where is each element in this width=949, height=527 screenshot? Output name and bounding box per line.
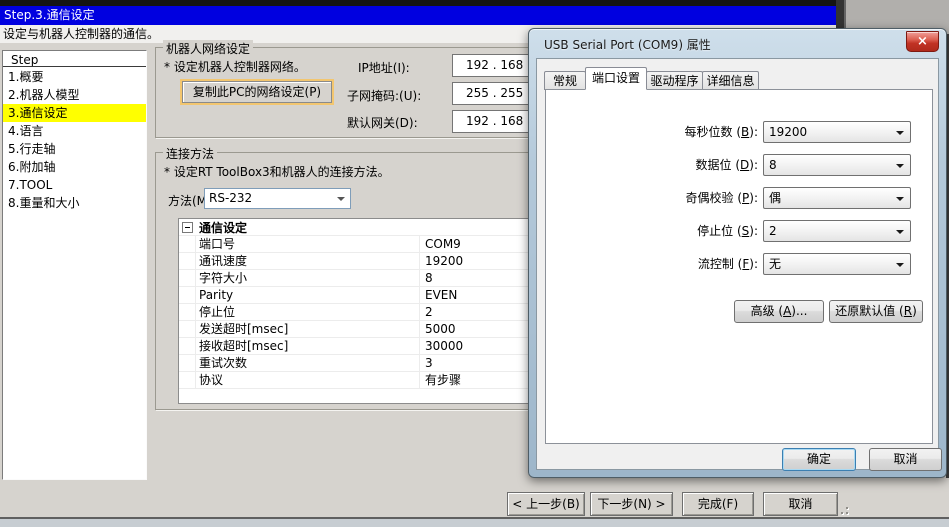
- parity-select[interactable]: 偶: [763, 187, 911, 209]
- stop-bits-label: 停止位 (S):: [697, 224, 758, 238]
- flow-control-select[interactable]: 无: [763, 253, 911, 275]
- finish-button[interactable]: 完成(F): [682, 492, 754, 516]
- grid-row[interactable]: 通讯速度 19200: [179, 253, 547, 270]
- data-bits-select[interactable]: 8: [763, 154, 911, 176]
- grid-rows: 端口号 COM9 通讯速度 19200 字符大小 8 Parity EVEN 停止位 2 发送超时[…: [179, 236, 547, 389]
- sidebar-divider: [3, 66, 146, 67]
- stop-bits-select[interactable]: 2: [763, 220, 911, 242]
- sidebar-item-5[interactable]: 5.行走轴: [3, 140, 146, 158]
- grid-row-gutter: [179, 270, 196, 286]
- parity-select-value: 偶: [769, 191, 782, 205]
- grid-row-gutter: [179, 236, 196, 252]
- flow-control-select-value: 无: [769, 257, 782, 271]
- grid-row-gutter: [179, 355, 196, 371]
- chevron-down-icon: [896, 131, 904, 135]
- data-bits-select-value: 8: [769, 158, 777, 172]
- sidebar-item-7[interactable]: 7.TOOL: [3, 176, 146, 194]
- step-sidebar: Step 1.概要 2.机器人模型 3.通信设定 4.语言 5.行走轴 6.附加轴 7.TO…: [2, 50, 147, 480]
- ok-button[interactable]: 确定: [782, 448, 856, 471]
- robot-network-group-title: 机器人网络设定: [163, 40, 254, 57]
- dialog-title: USB Serial Port (COM9) 属性: [544, 38, 711, 52]
- baud-rate-select-value: 19200: [769, 125, 808, 139]
- flow-control-label: 流控制 (F):: [697, 257, 758, 271]
- grid-row-gutter: [179, 253, 196, 269]
- parity-label: 奇偶校验 (P):: [685, 191, 758, 205]
- default-gateway-label: 默认网关(D):: [347, 116, 418, 130]
- grid-row[interactable]: 字符大小 8: [179, 270, 547, 287]
- grid-row-gutter: [179, 321, 196, 337]
- grid-row-gutter: [179, 287, 196, 303]
- wizard-step-title: Step.3.通信设定: [0, 6, 838, 25]
- communication-settings-grid: 通信设定 端口号 COM9 通讯速度 19200 字符大小 8 Parity EVEN 停止位 2…: [178, 218, 548, 404]
- grid-row[interactable]: Parity EVEN: [179, 287, 547, 304]
- resize-grip[interactable]: [838, 504, 850, 516]
- sidebar-title: Step: [11, 53, 39, 67]
- grid-row-name: 接收超时[msec]: [196, 338, 420, 354]
- close-icon[interactable]: ×: [906, 31, 939, 52]
- grid-header-title: 通信设定: [199, 220, 248, 235]
- sidebar-item-1[interactable]: 1.概要: [3, 68, 146, 86]
- port-settings-tab-page: 每秒位数 (B): 19200 数据位 (D): 8 奇偶校验 (P): 偶停止位 (S)…: [545, 89, 933, 444]
- robot-network-note: * 设定机器人控制器网络。: [164, 60, 306, 74]
- dialog-tabs: 常规 端口设置 驱动程序 详细信息: [544, 67, 759, 90]
- tab-general[interactable]: 常规: [544, 71, 586, 90]
- tab-driver[interactable]: 驱动程序: [646, 71, 703, 90]
- grid-row-name: 发送超时[msec]: [196, 321, 420, 337]
- chevron-down-icon: [337, 197, 345, 201]
- grid-row-name: 停止位: [196, 304, 420, 320]
- chevron-down-icon: [896, 197, 904, 201]
- usb-serial-port-dialog: USB Serial Port (COM9) 属性 × 常规 端口设置 驱动程序 详细…: [528, 28, 947, 478]
- cancel-button[interactable]: 取消: [763, 492, 838, 516]
- grid-row[interactable]: 接收超时[msec] 30000: [179, 338, 547, 355]
- grid-row-name: 重试次数: [196, 355, 420, 371]
- grid-row-name: 端口号: [196, 236, 420, 252]
- dialog-cancel-button[interactable]: 取消: [869, 448, 942, 471]
- grid-header-row: 通信设定: [179, 219, 547, 236]
- advanced-button[interactable]: 高级 (A)...: [734, 300, 824, 323]
- grid-row-gutter: [179, 372, 196, 388]
- stop-bits-select-value: 2: [769, 224, 777, 238]
- chevron-down-icon: [896, 263, 904, 267]
- sidebar-item-3[interactable]: 3.通信设定: [3, 104, 146, 122]
- grid-row-name: 字符大小: [196, 270, 420, 286]
- screen: Step.3.通信设定 设定与机器人控制器的通信。 Step 1.概要 2.机器人…: [0, 0, 949, 527]
- window-bottom-strip: [0, 519, 949, 527]
- method-select[interactable]: RS-232: [204, 188, 351, 209]
- chevron-down-icon: [896, 164, 904, 168]
- method-select-value: RS-232: [209, 191, 253, 205]
- grid-row-name: 通讯速度: [196, 253, 420, 269]
- copy-pc-network-button[interactable]: 复制此PC的网络设定(P): [182, 81, 332, 103]
- sidebar-item-list: 1.概要 2.机器人模型 3.通信设定 4.语言 5.行走轴 6.附加轴 7.TOOL 8.重…: [3, 68, 146, 212]
- grid-row[interactable]: 端口号 COM9: [179, 236, 547, 253]
- subnet-mask-label: 子网掩码:(U):: [347, 89, 422, 103]
- grid-row[interactable]: 重试次数 3: [179, 355, 547, 372]
- grid-row[interactable]: 协议 有步骤: [179, 372, 547, 389]
- grid-row-gutter: [179, 338, 196, 354]
- grid-row-gutter: [179, 304, 196, 320]
- sidebar-item-2[interactable]: 2.机器人模型: [3, 86, 146, 104]
- baud-rate-select[interactable]: 19200: [763, 121, 911, 143]
- next-button[interactable]: 下一步(N) >: [590, 492, 673, 516]
- data-bits-label: 数据位 (D):: [695, 158, 758, 172]
- grid-row-name: 协议: [196, 372, 420, 388]
- restore-defaults-button[interactable]: 还原默认值 (R): [829, 300, 923, 323]
- connection-method-note: * 设定RT ToolBox3和机器人的连接方法。: [164, 165, 390, 179]
- collapse-minus-icon[interactable]: [182, 221, 193, 233]
- grid-row[interactable]: 发送超时[msec] 5000: [179, 321, 547, 338]
- sidebar-item-4[interactable]: 4.语言: [3, 122, 146, 140]
- dialog-client-area: 常规 端口设置 驱动程序 详细信息 每秒位数 (B): 19200 数据位 (D): 8 奇偶…: [536, 58, 942, 471]
- ip-address-label: IP地址(I):: [358, 61, 410, 75]
- tab-details[interactable]: 详细信息: [702, 71, 759, 90]
- chevron-down-icon: [896, 230, 904, 234]
- grid-row-name: Parity: [196, 287, 420, 303]
- grid-row[interactable]: 停止位 2: [179, 304, 547, 321]
- sidebar-item-6[interactable]: 6.附加轴: [3, 158, 146, 176]
- back-button[interactable]: < 上一步(B): [507, 492, 585, 516]
- connection-method-group-title: 连接方法: [163, 145, 218, 162]
- baud-rate-label: 每秒位数 (B):: [684, 125, 758, 139]
- sidebar-item-8[interactable]: 8.重量和大小: [3, 194, 146, 212]
- tab-port-settings[interactable]: 端口设置: [585, 67, 647, 90]
